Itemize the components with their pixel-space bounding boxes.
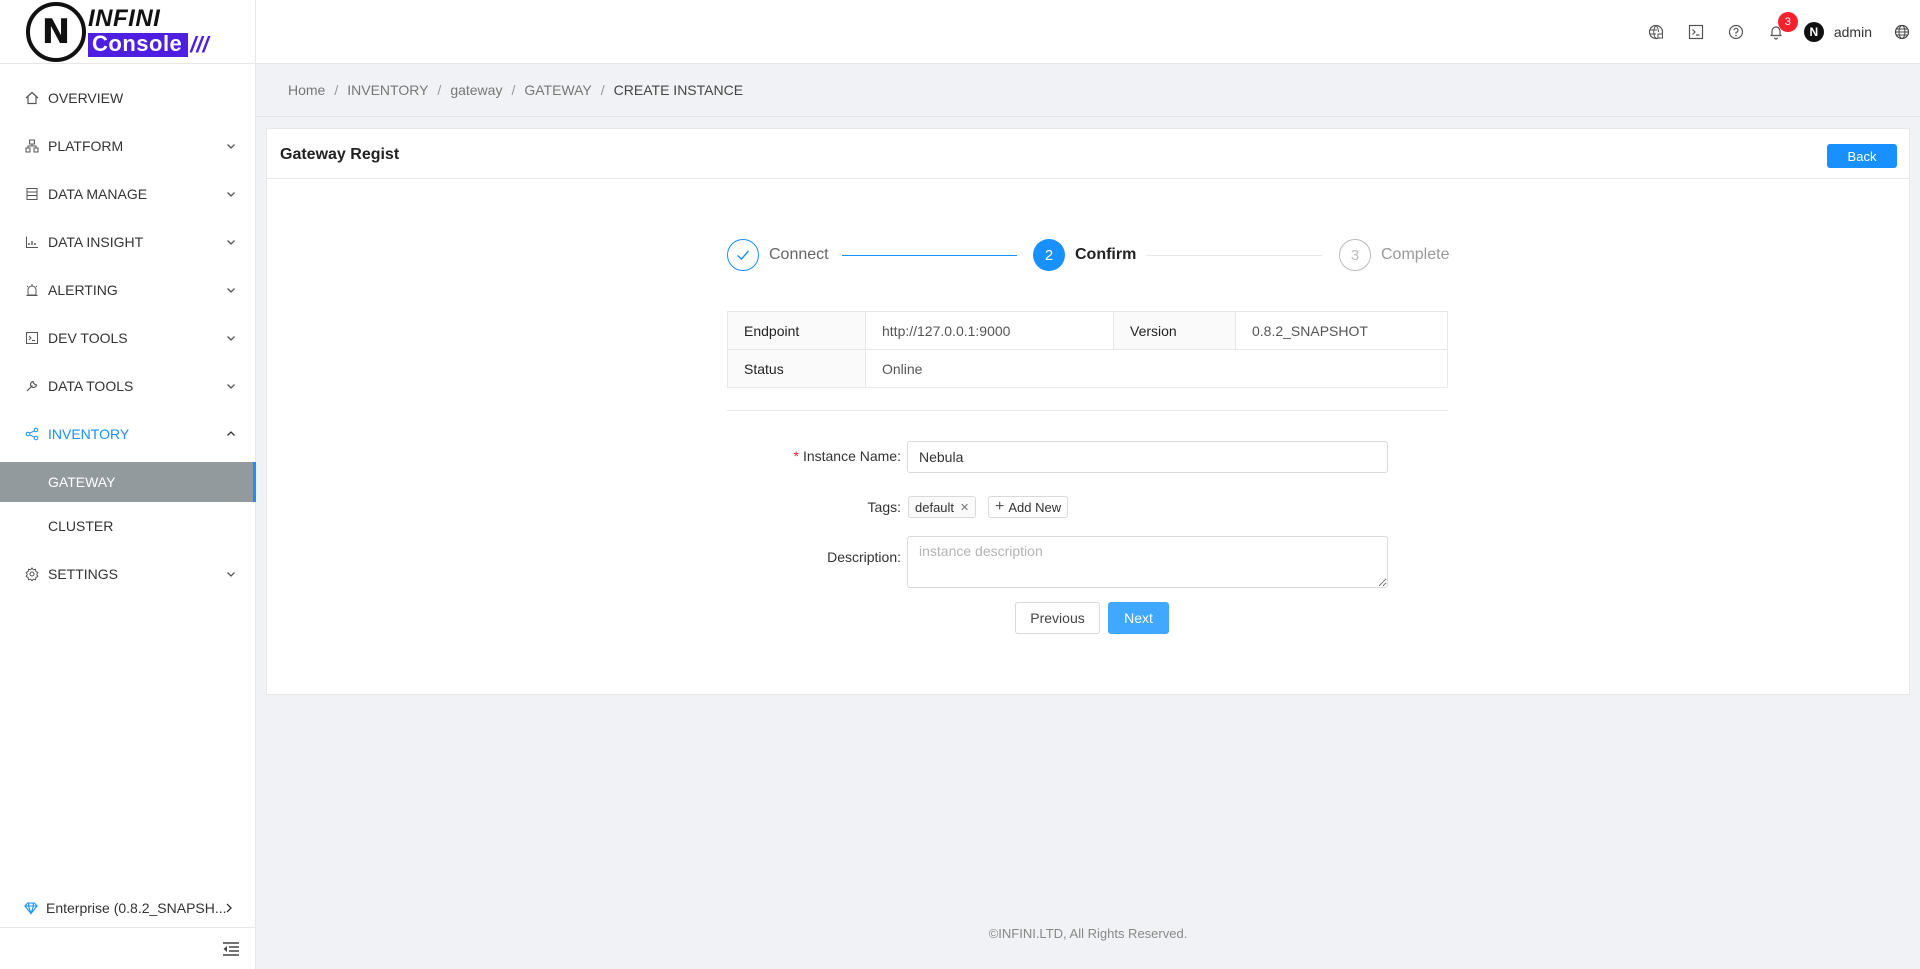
version-label: Version — [1113, 311, 1236, 350]
description-label: Description: — [827, 549, 901, 565]
code-icon — [24, 330, 40, 346]
notification-badge: 3 — [1777, 12, 1798, 32]
version-value: 0.8.2_SNAPSHOT — [1235, 311, 1448, 350]
next-button[interactable]: Next — [1108, 602, 1169, 634]
terminal-icon — [1688, 24, 1703, 40]
gear-icon — [24, 566, 40, 582]
top-header: 3 N admin — [256, 0, 1920, 64]
sidebar-item-overview[interactable]: OVERVIEW — [0, 74, 256, 122]
tag-default: default ✕ — [908, 496, 977, 518]
sidebar-item-data-manage[interactable]: DATA MANAGE — [0, 170, 256, 218]
sidebar-subitem-gateway[interactable]: GATEWAY — [0, 462, 256, 502]
sidebar-item-data-insight[interactable]: DATA INSIGHT — [0, 218, 256, 266]
breadcrumb-current: CREATE INSTANCE — [613, 82, 744, 98]
user-menu[interactable]: N admin — [1796, 22, 1884, 42]
instance-name-input[interactable] — [907, 441, 1388, 473]
sidebar-item-platform[interactable]: PLATFORM — [0, 122, 256, 170]
sidebar-item-dev-tools[interactable]: DEV TOOLS — [0, 314, 256, 362]
add-tag-button[interactable]: + Add New — [988, 496, 1069, 518]
cluster-status-button[interactable] — [1636, 0, 1676, 64]
enterprise-license[interactable]: Enterprise (0.8.2_SNAPSH... — [0, 888, 256, 928]
sidebar-item-inventory[interactable]: INVENTORY — [0, 410, 256, 458]
sidebar-item-data-tools[interactable]: DATA TOOLS — [0, 362, 256, 410]
endpoint-label: Endpoint — [727, 311, 866, 350]
username: admin — [1833, 24, 1872, 40]
status-value: Online — [865, 349, 1448, 388]
description-input[interactable] — [907, 536, 1388, 588]
diamond-icon — [24, 901, 38, 915]
endpoint-value: http://127.0.0.1:9000 — [865, 311, 1114, 350]
breadcrumb-inventory[interactable]: INVENTORY — [347, 82, 428, 98]
plus-icon: + — [995, 498, 1005, 515]
check-icon — [727, 239, 759, 271]
database-icon — [24, 186, 40, 202]
help-button[interactable] — [1716, 0, 1756, 64]
chevron-down-icon — [227, 384, 235, 389]
alarm-icon — [24, 282, 40, 298]
chevron-down-icon — [227, 192, 235, 197]
step-complete: 3 Complete — [1339, 238, 1449, 272]
breadcrumb-home[interactable]: Home — [288, 82, 325, 98]
status-label: Status — [727, 349, 866, 388]
gateway-info-table: Endpoint http://127.0.0.1:9000 Version 0… — [727, 311, 1448, 388]
logo-mark: N — [26, 1, 86, 62]
sidebar: N INFINI Console /// OVERVIEW PLATFORM D… — [0, 0, 256, 969]
sidebar-subitem-cluster[interactable]: CLUSTER — [0, 506, 256, 546]
chevron-down-icon — [227, 288, 235, 293]
tags-label: Tags: — [867, 499, 901, 515]
step-confirm: 2 Confirm — [1033, 238, 1136, 272]
avatar: N — [1803, 22, 1824, 42]
question-icon — [1728, 24, 1743, 40]
chart-icon — [24, 234, 40, 250]
steps: Connect 2 Confirm 3 Complete — [727, 238, 1449, 272]
sidebar-item-settings[interactable]: SETTINGS — [0, 550, 256, 598]
logo-console: Console — [88, 32, 189, 57]
cluster-icon — [24, 138, 40, 154]
page-title: Gateway Regist — [280, 146, 400, 163]
share-icon — [24, 426, 40, 442]
chevron-right-icon — [226, 903, 232, 913]
instance-name-label: * Instance Name: — [793, 448, 901, 464]
footer-copyright: ©INFINI.LTD, All Rights Reserved. — [988, 926, 1188, 941]
breadcrumb: Home / INVENTORY / gateway / GATEWAY / CREAT… — [288, 82, 744, 98]
console-button[interactable] — [1676, 0, 1716, 64]
sidebar-item-alerting[interactable]: ALERTING — [0, 266, 256, 314]
chevron-down-icon — [227, 144, 235, 149]
logo[interactable]: N INFINI Console /// — [0, 0, 255, 64]
globe-lock-icon — [1648, 24, 1663, 40]
chevron-up-icon — [227, 431, 235, 436]
close-icon[interactable]: ✕ — [960, 501, 969, 514]
chevron-down-icon — [227, 572, 235, 577]
tool-icon — [24, 378, 40, 394]
home-icon — [24, 90, 40, 106]
previous-button[interactable]: Previous — [1015, 602, 1100, 634]
logo-stripes: /// — [190, 31, 209, 57]
logo-infini: INFINI — [88, 4, 161, 32]
sidebar-menu: OVERVIEW PLATFORM DATA MANAGE DATA INSIG… — [0, 74, 256, 598]
step-connect: Connect — [727, 238, 829, 272]
notifications-button[interactable]: 3 — [1756, 0, 1798, 64]
back-button[interactable]: Back — [1827, 144, 1897, 168]
menu-fold-icon — [223, 942, 239, 956]
breadcrumb-gateway[interactable]: GATEWAY — [524, 82, 591, 98]
globe-icon — [1894, 24, 1910, 40]
chevron-down-icon — [227, 336, 235, 341]
breadcrumb-gateway-group[interactable]: gateway — [450, 82, 502, 98]
chevron-down-icon — [227, 240, 235, 245]
language-button[interactable] — [1884, 0, 1920, 64]
sidebar-collapse[interactable] — [0, 930, 256, 969]
